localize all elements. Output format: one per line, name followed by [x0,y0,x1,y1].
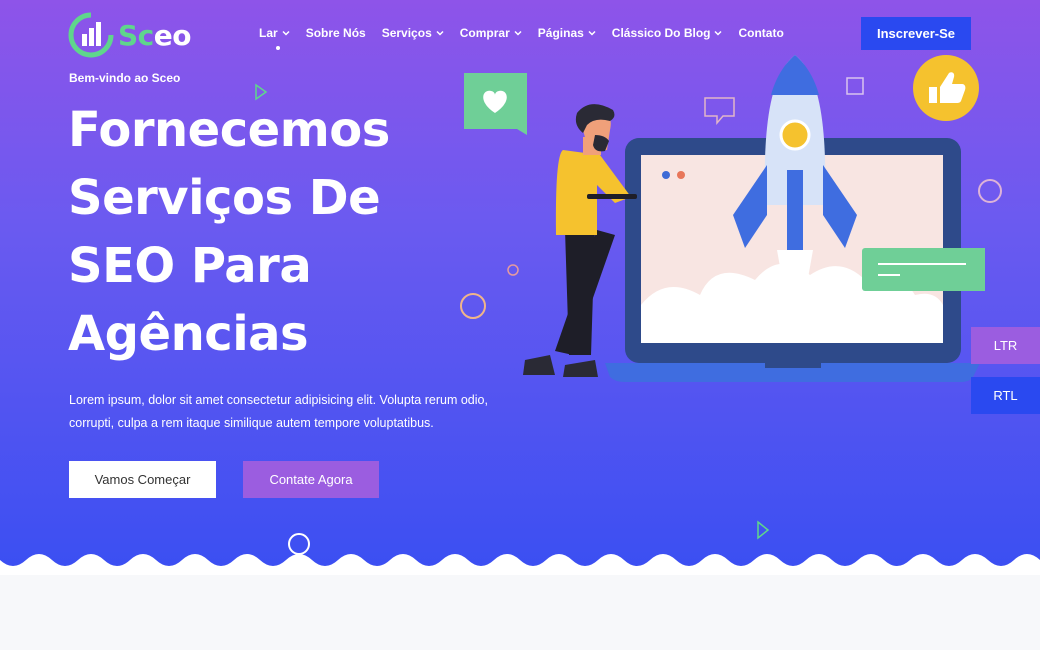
brand-name: Sceo [118,18,192,52]
active-indicator [276,46,280,50]
logo-chart-icon [68,12,114,58]
nav-item-lar[interactable]: Lar [259,26,290,50]
page-title: Fornecemos Serviços De SEO Para Agências [68,102,390,362]
chevron-down-icon [282,30,290,36]
signup-button[interactable]: Inscrever-Se [861,17,971,50]
brand-logo[interactable]: Sceo [68,12,192,58]
get-started-button[interactable]: Vamos Começar [69,461,216,498]
main-nav: Lar Sobre Nós Serviços Comprar Páginas C… [259,26,784,50]
ltr-toggle[interactable]: LTR [971,327,1040,364]
play-triangle-icon [757,520,770,540]
nav-item-comprar[interactable]: Comprar [460,26,522,40]
contact-button[interactable]: Contate Agora [243,461,379,498]
chevron-down-icon [436,30,444,36]
welcome-text: Bem-vindo ao Sceo [69,71,181,85]
person-illustration [523,104,637,377]
hero-illustration [464,55,985,382]
nav-item-sobre[interactable]: Sobre Nós [306,26,366,40]
thumbs-up-icon [913,55,979,121]
hero-description: Lorem ipsum, dolor sit amet consectetur … [69,393,488,430]
next-section [0,575,1040,650]
nav-item-servicos[interactable]: Serviços [382,26,444,40]
chevron-down-icon [514,30,522,36]
nav-item-contato[interactable]: Contato [738,26,783,40]
rtl-toggle[interactable]: RTL [971,377,1040,414]
heart-chat-icon [464,73,527,135]
hero-section: Sceo Lar Sobre Nós Serviços Comprar Pági… [0,0,1040,570]
chevron-down-icon [588,30,596,36]
nav-item-paginas[interactable]: Páginas [538,26,596,40]
chevron-down-icon [714,30,723,36]
nav-item-blog[interactable]: Clássico Do Blog [612,26,723,40]
